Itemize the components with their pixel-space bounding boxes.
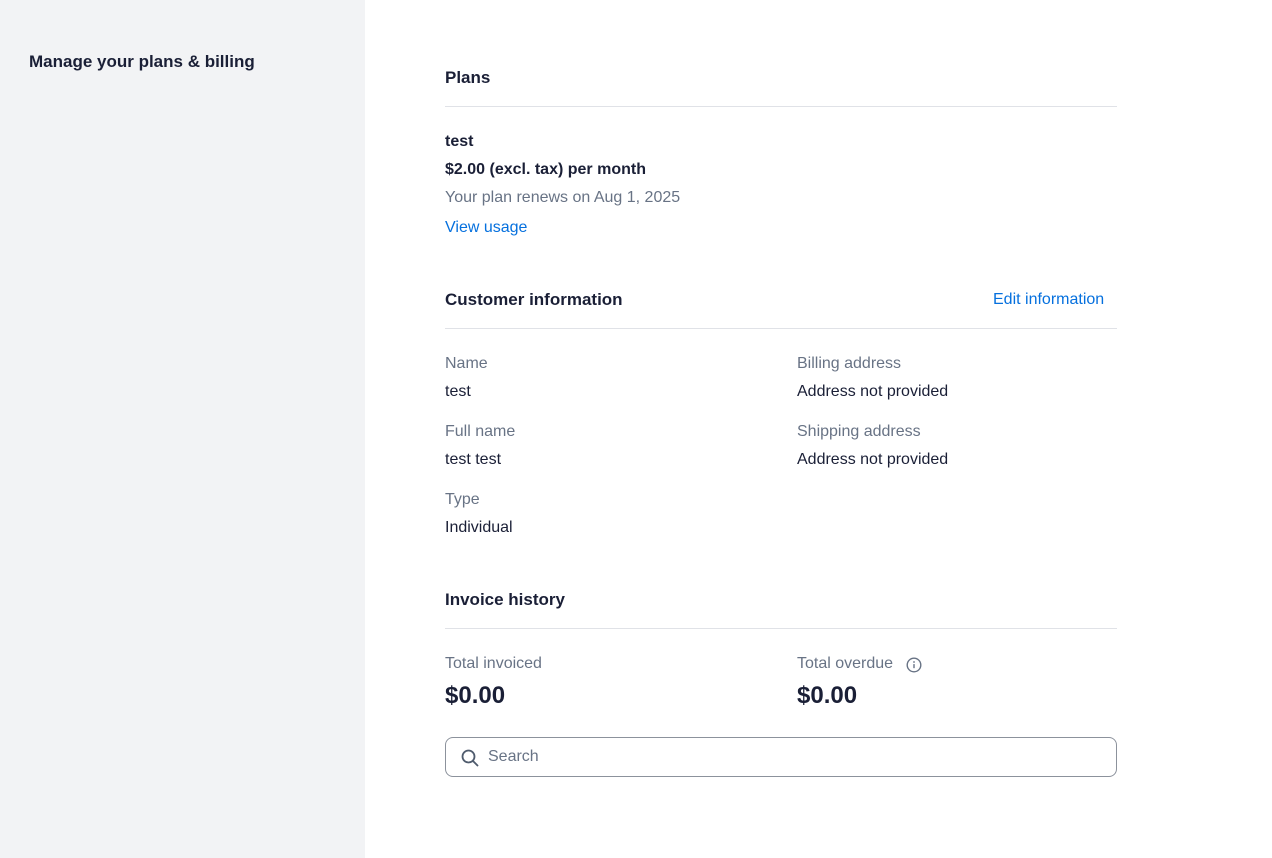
info-icon[interactable] (906, 657, 922, 673)
plans-divider (445, 106, 1117, 107)
sidebar: Manage your plans & billing (0, 0, 365, 858)
view-usage-link[interactable]: View usage (445, 219, 527, 237)
edit-information-link[interactable]: Edit information (993, 291, 1104, 309)
plans-heading: Plans (445, 68, 491, 87)
search-icon (461, 749, 479, 767)
full-name-label: Full name (445, 423, 516, 440)
total-overdue-label: Total overdue (797, 655, 894, 672)
plan-renewal: Your plan renews on Aug 1, 2025 (445, 189, 681, 206)
invoice-history-heading: Invoice history (445, 590, 565, 609)
name-label: Name (445, 355, 488, 372)
shipping-address-value: Address not provided (797, 451, 949, 468)
sidebar-title: Manage your plans & billing (29, 52, 255, 71)
type-value: Individual (445, 519, 513, 536)
full-name-value: test test (445, 451, 502, 468)
billing-address-value: Address not provided (797, 383, 949, 400)
total-overdue-value: $0.00 (797, 682, 858, 709)
name-value: test (445, 383, 471, 400)
invoice-divider (445, 628, 1117, 629)
customer-heading: Customer information (445, 290, 623, 309)
billing-address-label: Billing address (797, 355, 902, 372)
total-invoiced-value: $0.00 (445, 682, 506, 709)
shipping-address-label: Shipping address (797, 423, 921, 440)
search-input[interactable] (488, 739, 1098, 775)
plan-price: $2.00 (excl. tax) per month (445, 161, 646, 178)
plan-name: test (445, 133, 474, 150)
customer-divider (445, 328, 1117, 329)
type-label: Type (445, 491, 480, 508)
total-invoiced-label: Total invoiced (445, 655, 542, 672)
invoice-search-box[interactable] (445, 737, 1117, 777)
